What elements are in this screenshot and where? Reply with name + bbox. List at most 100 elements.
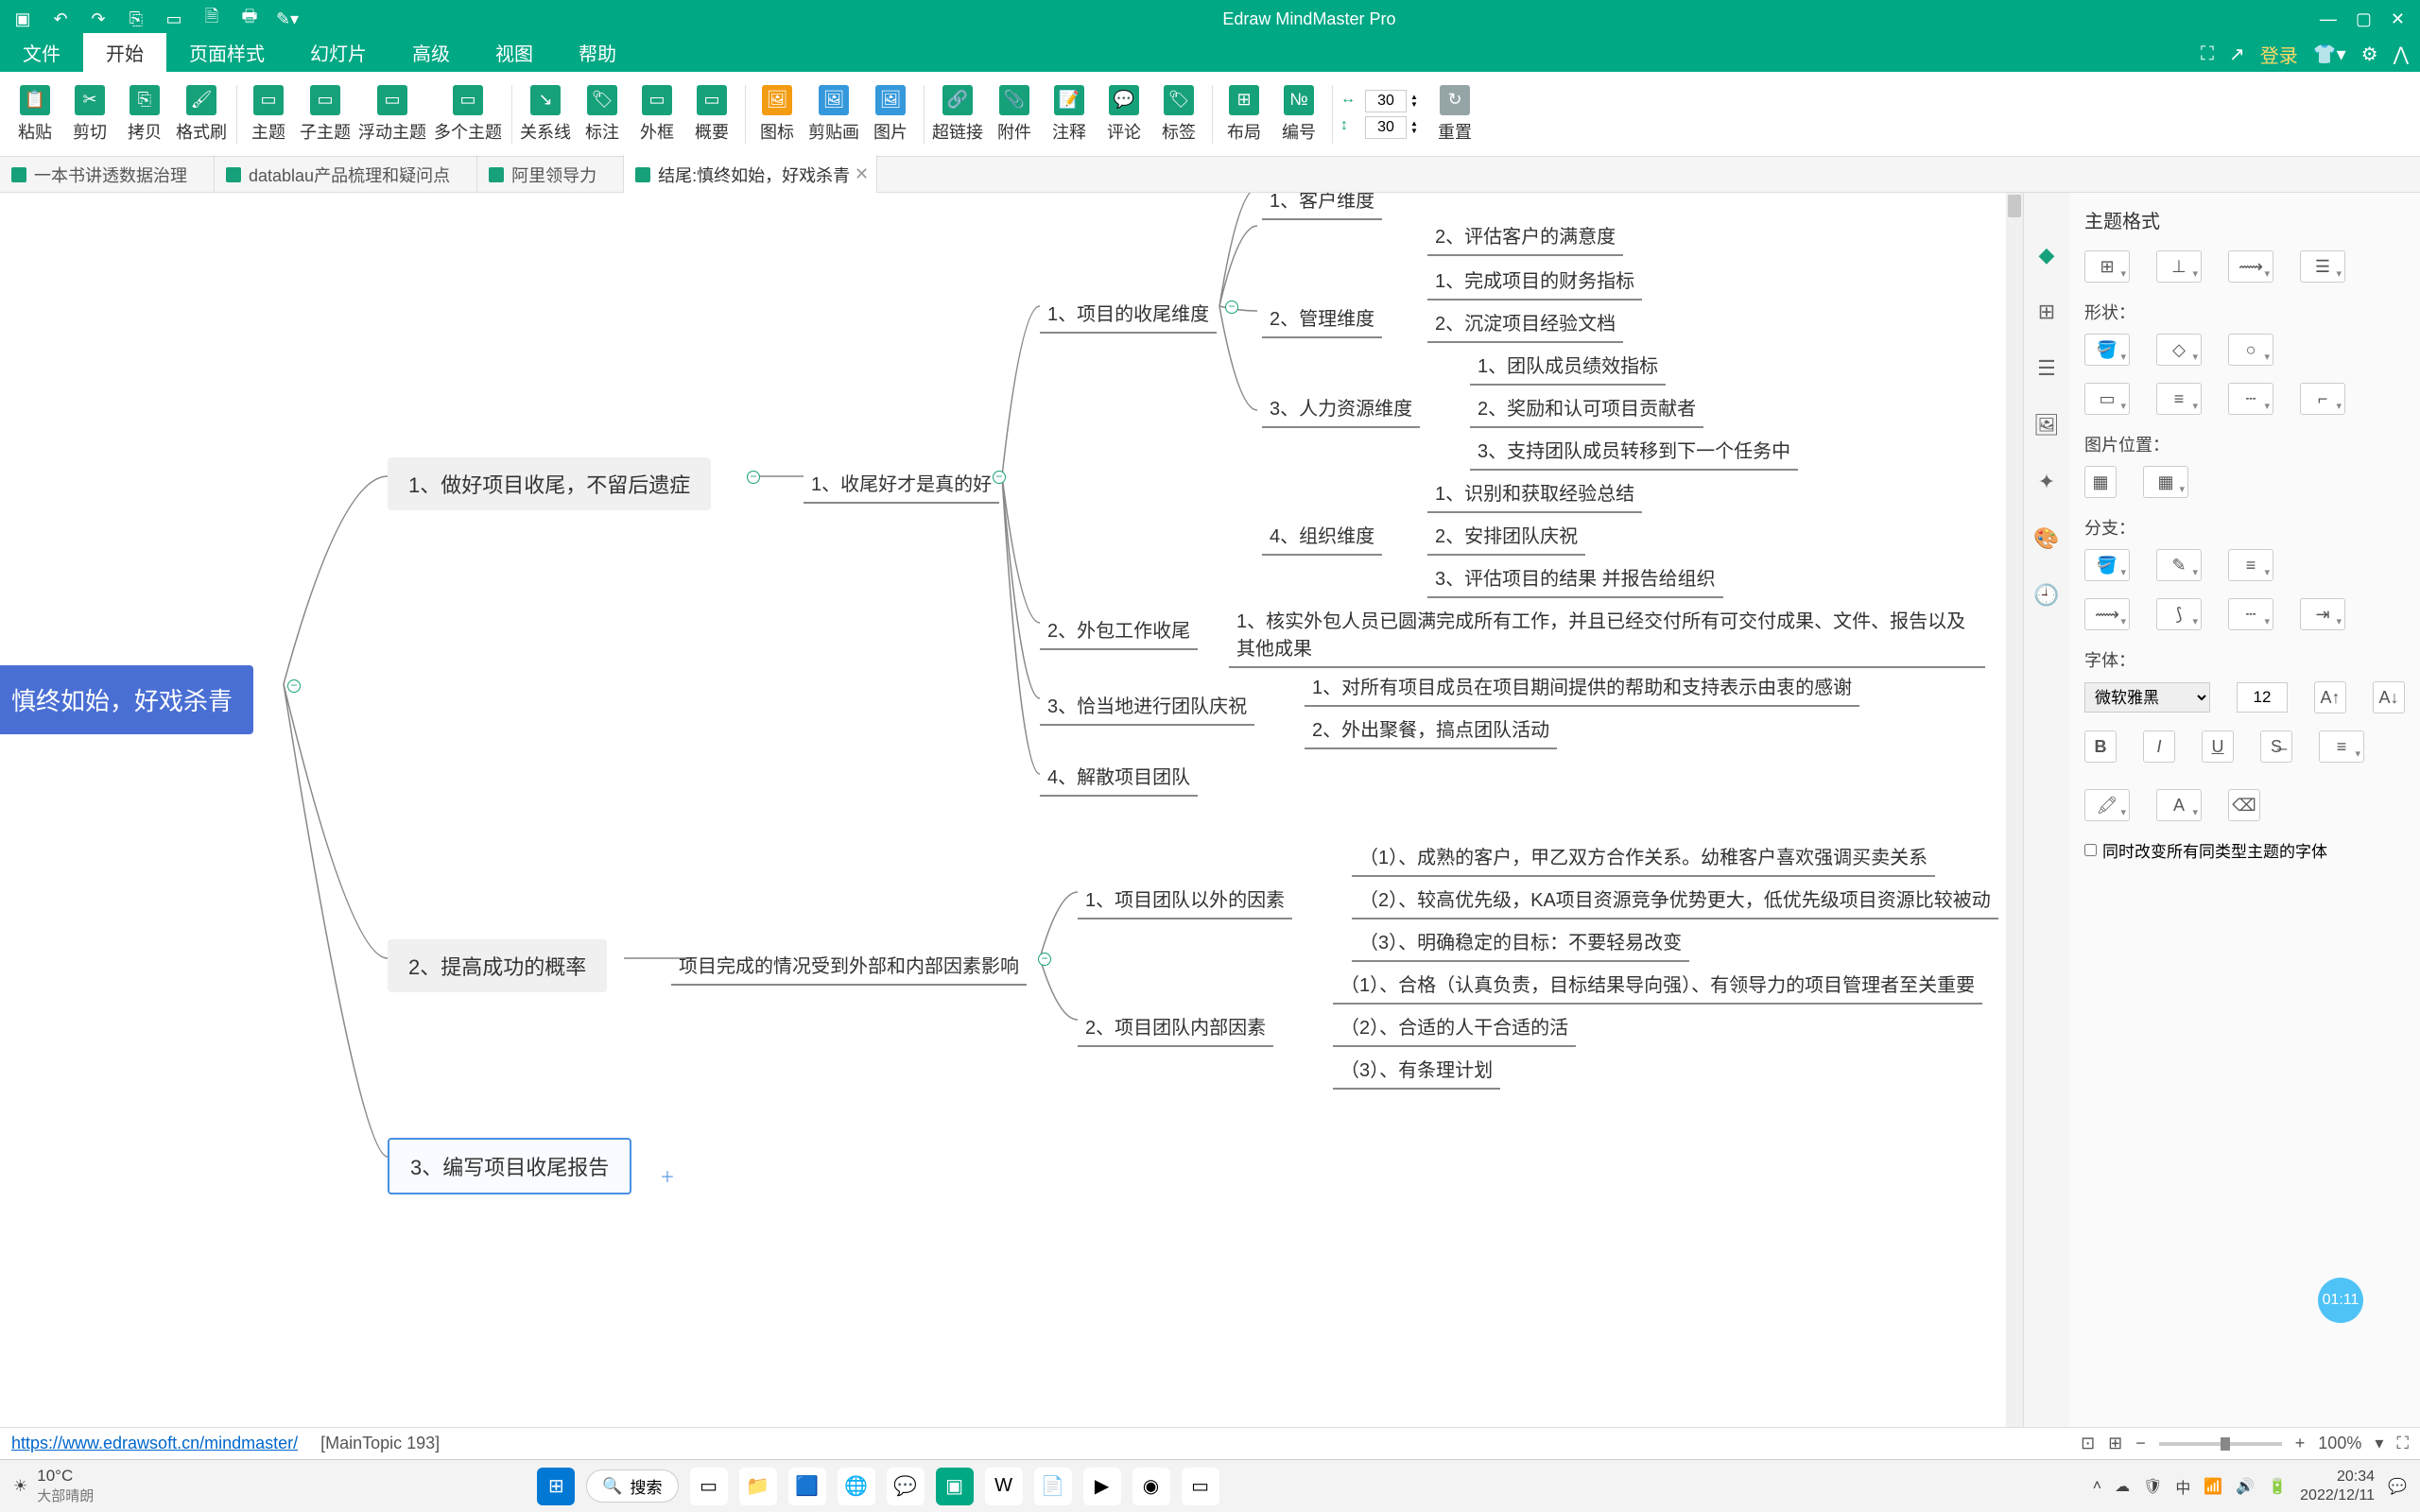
status-url[interactable]: https://www.edrawsoft.cn/mindmaster/ (11, 1434, 298, 1453)
multi-topic-button[interactable]: ▭多个主题 (434, 85, 502, 144)
image-button[interactable]: 🖼图片 (867, 85, 914, 144)
clear-format-button[interactable]: ⌫ (2228, 789, 2260, 821)
side-tab-icons-icon[interactable]: ✦ (2031, 467, 2062, 497)
node[interactable]: 1、识别和获取经验总结 (1427, 476, 1642, 513)
undo-icon[interactable]: ↶ (49, 8, 72, 30)
zoom-out-icon[interactable]: − (2135, 1434, 2146, 1453)
mindmaster-icon[interactable]: ▣ (936, 1468, 974, 1505)
fill-button[interactable]: 🪣 (2084, 334, 2130, 366)
login-button[interactable]: 登录 (2260, 41, 2298, 68)
branch-curve-button[interactable]: ⟆ (2156, 598, 2202, 630)
node[interactable]: 2、管理维度 (1262, 301, 1382, 338)
app-icon[interactable]: 🟦 (788, 1468, 826, 1505)
zoom-in-icon[interactable]: + (2295, 1434, 2306, 1453)
menu-view[interactable]: 视图 (473, 33, 556, 72)
layout-button[interactable]: ⊞布局 (1220, 85, 1268, 144)
collapse-toggle[interactable]: − (1225, 301, 1238, 314)
node[interactable]: 2、外出聚餐，搞点团队活动 (1305, 713, 1557, 749)
zoom-slider[interactable] (2159, 1442, 2282, 1446)
notifications-icon[interactable]: 💬 (2388, 1477, 2407, 1496)
tray-cloud-icon[interactable]: ☁ (2115, 1477, 2130, 1496)
summary-button[interactable]: ▭概要 (688, 85, 735, 144)
font-color-button[interactable]: A (2156, 789, 2202, 821)
node[interactable]: （3）、有条理计划 (1333, 1053, 1500, 1090)
node[interactable]: （2）、较高优先级，KA项目资源竞争优势更大，低优先级项目资源比较被动 (1352, 883, 1998, 919)
collapse-toggle[interactable]: − (747, 471, 760, 484)
save-icon[interactable]: 🗎 (200, 8, 223, 30)
branch-2[interactable]: 2、提高成功的概率 (388, 939, 607, 992)
cut-button[interactable]: ✂剪切 (66, 85, 113, 144)
node[interactable]: 1、团队成员绩效指标 (1470, 349, 1666, 386)
boundary-button[interactable]: ▭外框 (633, 85, 681, 144)
branch-line-button[interactable]: ✎ (2156, 549, 2202, 581)
doc-tab-1[interactable]: datablau产品梳理和疑问点 (215, 155, 477, 195)
tag-button[interactable]: 🏷标签 (1155, 85, 1202, 144)
callout-button[interactable]: 🏷标注 (579, 85, 626, 144)
doc-tab-0[interactable]: 一本书讲透数据治理 (0, 155, 215, 195)
clock[interactable]: 20:34 2022/12/11 (2300, 1468, 2375, 1503)
corner-button[interactable]: ⌐ (2300, 383, 2345, 415)
paste-button[interactable]: 📋粘贴 (11, 85, 59, 144)
branch-weight-button[interactable]: ≡ (2228, 549, 2273, 581)
redo-icon[interactable]: ↷ (87, 8, 110, 30)
start-button[interactable]: ⊞ (537, 1468, 575, 1505)
tray-chevron-icon[interactable]: ˄ (2093, 1478, 2101, 1495)
italic-button[interactable]: I (2143, 730, 2175, 763)
side-tab-image-icon[interactable]: 🖼 (2031, 410, 2062, 440)
shadow-button[interactable]: ○ (2228, 334, 2273, 366)
border-button[interactable]: ▭ (2084, 383, 2130, 415)
close-tab-icon[interactable]: ✕ (855, 164, 869, 184)
node[interactable]: 1、完成项目的财务指标 (1427, 264, 1642, 301)
node[interactable]: 2、外包工作收尾 (1040, 613, 1198, 650)
menu-slides[interactable]: 幻灯片 (287, 33, 389, 72)
reset-button[interactable]: ↻重置 (1431, 85, 1478, 144)
floating-topic-button[interactable]: ▭浮动主题 (358, 85, 426, 144)
node[interactable]: （1）、合格（认真负责，目标结果导向强）、有领导力的项目管理者至关重要 (1333, 968, 1982, 1005)
ime-indicator[interactable]: 中 (2175, 1475, 2190, 1498)
node[interactable]: 3、支持团队成员转移到下一个任务中 (1470, 434, 1798, 471)
print-icon[interactable]: 🖶 (238, 8, 261, 30)
height-input[interactable] (1365, 116, 1407, 139)
menu-advanced[interactable]: 高级 (389, 33, 473, 72)
layout-style-button[interactable]: ⊞ (2084, 250, 2130, 283)
node[interactable]: （1）、成熟的客户，甲乙双方合作关系。幼稚客户喜欢强调买卖关系 (1352, 840, 1935, 877)
fit-page-icon[interactable]: ⊡ (2081, 1434, 2095, 1453)
note-button[interactable]: 📝注释 (1046, 85, 1093, 144)
side-tab-history-icon[interactable]: 🕘 (2031, 580, 2062, 610)
branch-1[interactable]: 1、做好项目收尾，不留后遗症 (388, 457, 711, 510)
topic-button[interactable]: ▭主题 (245, 85, 292, 144)
taskbar-search[interactable]: 🔍搜索 (586, 1469, 678, 1503)
node[interactable]: 2、项目团队内部因素 (1078, 1010, 1273, 1047)
branch-fill-button[interactable]: 🪣 (2084, 549, 2130, 581)
root-node[interactable]: 慎终如始，好戏杀青 (0, 665, 253, 734)
font-increase-button[interactable]: A↑ (2314, 681, 2346, 713)
collapse-toggle[interactable]: − (993, 471, 1006, 484)
wifi-icon[interactable]: 📶 (2204, 1477, 2222, 1496)
doc-tab-2[interactable]: 阿里领导力 (477, 155, 624, 195)
pdf-icon[interactable]: 📄 (1034, 1468, 1072, 1505)
line-weight-button[interactable]: ≡ (2156, 383, 2202, 415)
tree-style-button[interactable]: ⊥ (2156, 250, 2202, 283)
underline-button[interactable]: U (2202, 730, 2234, 763)
node[interactable]: 1、核实外包人员已圆满完成所有工作，并且已经交付所有可交付成果、文件、报告以及其… (1229, 604, 1985, 668)
node-b1-1[interactable]: 1、收尾好才是真的好 (804, 467, 999, 504)
node[interactable]: 4、解散项目团队 (1040, 760, 1198, 797)
add-child-icon[interactable]: ＋ (660, 1164, 675, 1187)
task-view-icon[interactable]: ▭ (690, 1468, 728, 1505)
font-size-input[interactable] (2237, 682, 2288, 713)
width-input[interactable] (1365, 90, 1407, 112)
explorer-icon[interactable]: 📁 (739, 1468, 777, 1505)
side-tab-clipart-icon[interactable]: 🎨 (2031, 524, 2062, 554)
menu-file[interactable]: 文件 (0, 33, 83, 72)
node[interactable]: 2、安排团队庆祝 (1427, 519, 1585, 556)
app3-icon[interactable]: ▭ (1182, 1468, 1219, 1505)
menu-start[interactable]: 开始 (83, 33, 166, 72)
node[interactable]: 3、人力资源维度 (1262, 391, 1420, 428)
fullscreen-icon[interactable]: ⛶ (2396, 1434, 2409, 1453)
line-dash-button[interactable]: ┄ (2228, 383, 2273, 415)
image-pos-button[interactable]: ▦ (2143, 466, 2188, 498)
export-icon[interactable]: ⎘ (125, 8, 147, 30)
node[interactable]: 2、评估客户的满意度 (1427, 219, 1623, 256)
zoom-dropdown-icon[interactable]: ▾ (2375, 1434, 2383, 1453)
iconset-button[interactable]: 🖼图标 (753, 85, 801, 144)
